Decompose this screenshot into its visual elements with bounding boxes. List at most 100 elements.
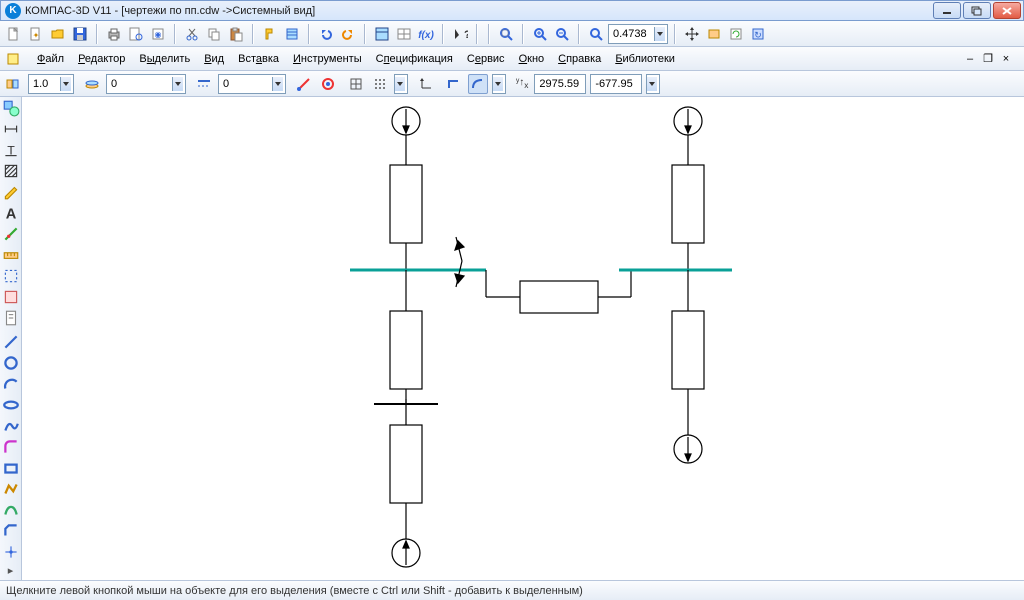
menu-window[interactable]: Окно	[512, 50, 552, 68]
menu-select[interactable]: Выделить	[132, 50, 197, 68]
window-title: КОМПАС-3D V11 - [чертежи по пп.cdw ->Сис…	[25, 5, 933, 17]
arc-tool-icon[interactable]	[2, 375, 20, 393]
fillet-tool-icon[interactable]	[2, 438, 20, 456]
copy-icon[interactable]	[204, 24, 224, 44]
layers-icon[interactable]	[82, 74, 102, 94]
report-icon[interactable]	[2, 309, 20, 327]
grid-icon[interactable]	[370, 74, 390, 94]
mdi-close-icon[interactable]: ×	[998, 52, 1014, 66]
redo-icon[interactable]	[338, 24, 358, 44]
print-preview-icon[interactable]	[126, 24, 146, 44]
cut-icon[interactable]	[182, 24, 202, 44]
mdi-controls: – ❐ ×	[962, 52, 1020, 66]
chamfer-tool-icon[interactable]	[2, 522, 20, 540]
menu-service[interactable]: Сервис	[460, 50, 512, 68]
new-doc-icon[interactable]: ✦	[26, 24, 46, 44]
scale-value: 1.0	[33, 78, 48, 90]
text-icon[interactable]: A	[2, 204, 20, 222]
coord-dropdown[interactable]	[646, 74, 660, 94]
maximize-button[interactable]	[963, 2, 991, 19]
mdi-minimize-icon[interactable]: –	[962, 52, 978, 66]
mdi-restore-icon[interactable]: ❐	[980, 52, 996, 66]
pan-icon[interactable]	[682, 24, 702, 44]
parameters-toolbar: 1.0 0 0 ʸ↑x 2975.59 -677.95	[0, 71, 1024, 97]
expand-panel-icon[interactable]: ▸	[4, 564, 18, 577]
menu-edit[interactable]: Редактор	[71, 50, 132, 68]
dimensions-icon[interactable]	[2, 120, 20, 138]
format-painter-icon[interactable]	[260, 24, 280, 44]
edit-icon[interactable]	[2, 183, 20, 201]
layer-value: 0	[111, 78, 117, 90]
paste-icon[interactable]	[226, 24, 246, 44]
new-icon[interactable]	[4, 24, 24, 44]
window-controls	[933, 2, 1021, 19]
zoom-window-icon[interactable]	[586, 24, 606, 44]
geometry-icon[interactable]	[2, 99, 20, 117]
fx-icon[interactable]: f(x)	[416, 24, 436, 44]
close-button[interactable]	[993, 2, 1021, 19]
style-combo[interactable]: 0	[218, 74, 286, 94]
coord-label-icon: ʸ↑x	[516, 77, 528, 90]
local-cs-icon[interactable]	[416, 74, 436, 94]
spec-panel-icon[interactable]	[2, 288, 20, 306]
zoom-out-icon[interactable]	[552, 24, 572, 44]
param-icon[interactable]	[2, 225, 20, 243]
circle-tool-icon[interactable]	[2, 354, 20, 372]
properties-icon[interactable]	[282, 24, 302, 44]
point-tool-icon[interactable]	[2, 543, 20, 561]
ellipse-tool-icon[interactable]	[2, 396, 20, 414]
variables-icon[interactable]	[394, 24, 414, 44]
menu-bar: Файл Редактор Выделить Вид Вставка Инстр…	[0, 47, 1024, 71]
menu-tools[interactable]: Инструменты	[286, 50, 369, 68]
menu-file[interactable]: Файл	[30, 50, 71, 68]
coord-x-field[interactable]: 2975.59	[534, 74, 586, 94]
menu-libs[interactable]: Библиотеки	[608, 50, 682, 68]
designation-icon[interactable]: T	[2, 141, 20, 159]
current-state-icon[interactable]	[4, 74, 24, 94]
manager-icon[interactable]	[372, 24, 392, 44]
zoom-prev-icon[interactable]	[704, 24, 724, 44]
context-help-icon[interactable]: ?	[450, 24, 470, 44]
undo-icon[interactable]	[316, 24, 336, 44]
drawing-canvas[interactable]	[22, 97, 1024, 580]
snap-mid-icon[interactable]	[318, 74, 338, 94]
measure-icon[interactable]	[2, 246, 20, 264]
print-icon[interactable]	[104, 24, 124, 44]
ortho-draw-icon[interactable]	[444, 74, 464, 94]
scale-combo[interactable]: 1.0	[28, 74, 74, 94]
coord-y-field[interactable]: -677.95	[590, 74, 642, 94]
menu-spec[interactable]: Спецификация	[369, 50, 460, 68]
standard-toolbar: ✦ ◉ f(x) ? 0.4738 ↻	[0, 21, 1024, 47]
open-icon[interactable]	[48, 24, 68, 44]
bezier-tool-icon[interactable]	[2, 501, 20, 519]
update-icon[interactable]: ↻	[748, 24, 768, 44]
grid-dropdown[interactable]	[394, 74, 408, 94]
snap-end-icon[interactable]	[294, 74, 314, 94]
preview-icon[interactable]: ◉	[148, 24, 168, 44]
ortho-dropdown[interactable]	[492, 74, 506, 94]
line-tool-icon[interactable]	[2, 333, 20, 351]
selection-icon[interactable]	[2, 267, 20, 285]
layer-combo[interactable]: 0	[106, 74, 186, 94]
minimize-button[interactable]	[933, 2, 961, 19]
zoom-fit-icon[interactable]	[496, 24, 516, 44]
library-icon[interactable]	[4, 50, 22, 68]
menu-insert[interactable]: Вставка	[231, 50, 286, 68]
zoom-in-icon[interactable]	[530, 24, 550, 44]
save-icon[interactable]	[70, 24, 90, 44]
rect-tool-icon[interactable]	[2, 459, 20, 477]
ortho-icon[interactable]	[346, 74, 366, 94]
coord-x-value: 2975.59	[539, 78, 579, 90]
menu-view[interactable]: Вид	[197, 50, 231, 68]
zoom-combo[interactable]: 0.4738	[608, 24, 668, 44]
spline-tool-icon[interactable]	[2, 417, 20, 435]
menu-help[interactable]: Справка	[551, 50, 608, 68]
redraw-icon[interactable]	[726, 24, 746, 44]
compact-panel-left: T A ▸	[0, 97, 22, 580]
hatch-icon[interactable]	[2, 162, 20, 180]
polyline-tool-icon[interactable]	[2, 480, 20, 498]
work-area: T A ▸	[0, 97, 1024, 580]
status-text: Щелкните левой кнопкой мыши на объекте д…	[6, 585, 583, 597]
line-style-icon[interactable]	[194, 74, 214, 94]
round-icon[interactable]	[468, 74, 488, 94]
